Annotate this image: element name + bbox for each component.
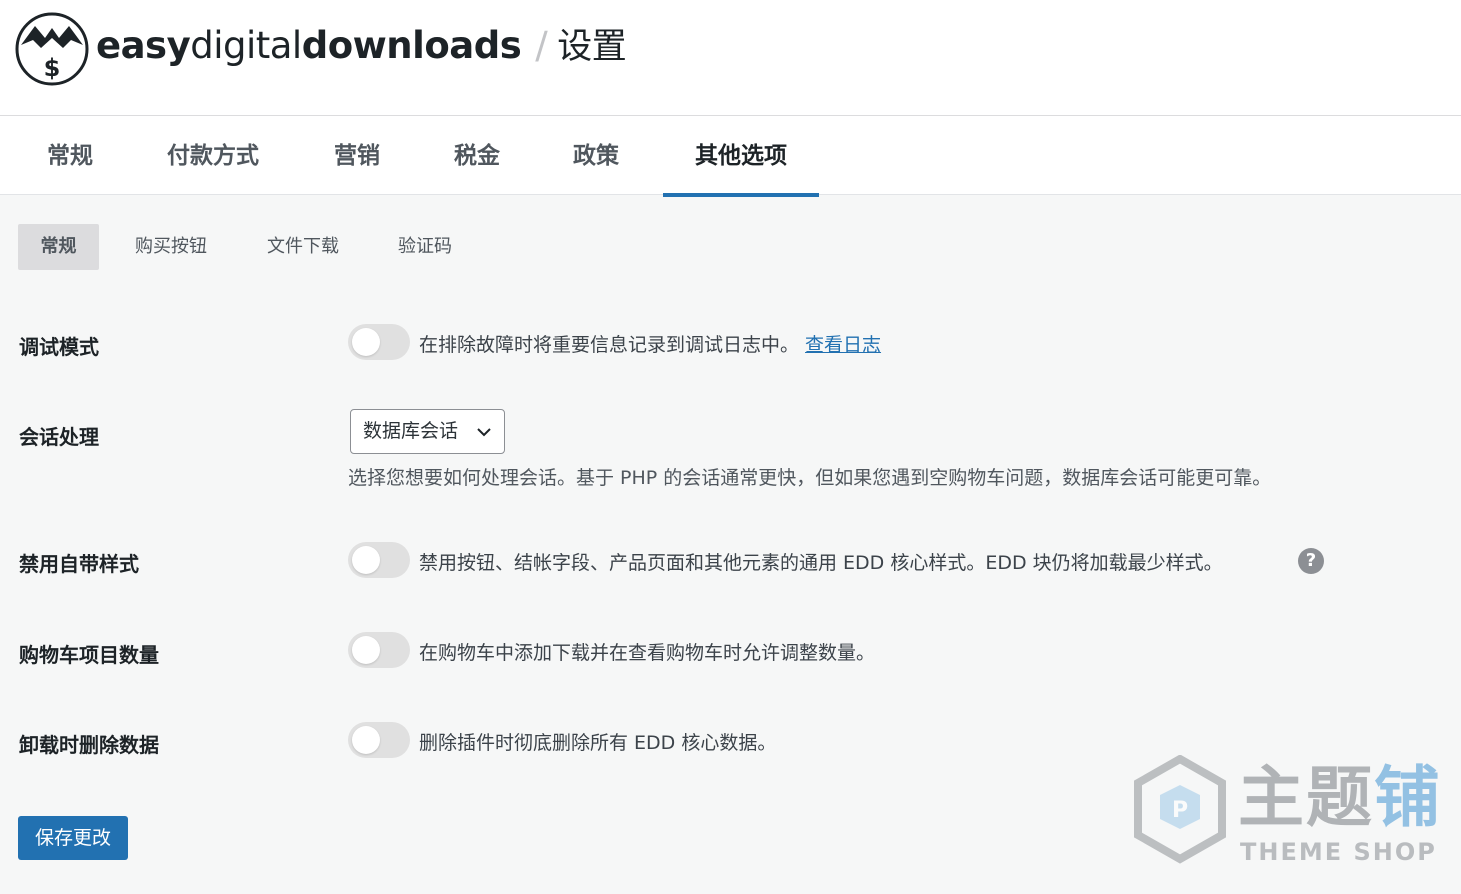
disable-styles-description: 禁用按钮、结帐字段、产品页面和其他元素的通用 EDD 核心样式。EDD 块仍将加… (419, 552, 1223, 574)
watermark-title-gray: 主题 (1238, 759, 1374, 836)
cart-quantity-toggle[interactable] (348, 632, 410, 668)
toggle-knob (352, 726, 380, 754)
save-changes-button[interactable]: 保存更改 (18, 816, 128, 860)
brand-downloads: downloads (301, 24, 522, 67)
edd-logo-icon: $ (15, 12, 89, 86)
uninstall-toggle[interactable] (348, 722, 410, 758)
cart-quantity-label: 购物车项目数量 (19, 643, 159, 667)
help-icon[interactable]: ? (1298, 548, 1324, 574)
toggle-knob (352, 328, 380, 356)
debug-mode-description: 在排除故障时将重要信息记录到调试日志中。 查看日志 (419, 330, 881, 357)
session-handling-label: 会话处理 (19, 425, 99, 449)
session-handling-description: 选择您想要如何处理会话。基于 PHP 的会话通常更快，但如果您遇到空购物车问题，… (348, 467, 1272, 489)
cart-quantity-description: 在购物车中添加下载并在查看购物车时允许调整数量。 (419, 642, 876, 664)
session-handling-value: 数据库会话 (363, 420, 459, 442)
page-header: $ easydigitaldownloads / 设置 (0, 0, 1461, 116)
tab-payments[interactable]: 付款方式 (145, 116, 281, 194)
subtab-purchase-button[interactable]: 购买按钮 (120, 224, 222, 270)
watermark-title-blue: 铺 (1374, 759, 1442, 836)
tab-marketing[interactable]: 营销 (317, 116, 397, 194)
debug-mode-toggle[interactable] (348, 324, 410, 360)
disable-styles-label: 禁用自带样式 (19, 552, 139, 576)
tab-misc[interactable]: 其他选项 (663, 116, 819, 197)
brand-digital: digital (190, 24, 302, 67)
subtab-file-downloads[interactable]: 文件下载 (252, 224, 354, 270)
tab-taxes[interactable]: 税金 (437, 116, 517, 194)
watermark-logo-icon: P (1134, 755, 1226, 864)
page-title: 设置 (557, 27, 627, 67)
debug-mode-text: 在排除故障时将重要信息记录到调试日志中。 (419, 334, 800, 356)
toggle-knob (352, 546, 380, 574)
settings-tabs: 常规 付款方式 营销 税金 政策 其他选项 (0, 116, 1461, 197)
watermark-title: 主题铺 (1238, 760, 1442, 836)
session-handling-select[interactable]: 数据库会话 (350, 409, 505, 454)
chevron-down-icon (477, 428, 491, 437)
tab-general[interactable]: 常规 (30, 116, 110, 194)
debug-mode-label: 调试模式 (19, 335, 99, 359)
watermark-subtitle: THEME SHOP (1240, 838, 1437, 866)
uninstall-label: 卸载时删除数据 (19, 733, 159, 757)
svg-text:$: $ (44, 54, 61, 82)
brand-easy: easy (96, 24, 191, 67)
view-log-link[interactable]: 查看日志 (805, 334, 881, 356)
breadcrumb-separator: / (535, 24, 548, 67)
toggle-knob (352, 636, 380, 664)
brand-title: easydigitaldownloads / 设置 (96, 22, 627, 71)
svg-text:P: P (1172, 798, 1188, 823)
disable-styles-toggle[interactable] (348, 542, 410, 578)
subtab-captcha[interactable]: 验证码 (385, 224, 465, 270)
uninstall-description: 删除插件时彻底删除所有 EDD 核心数据。 (419, 732, 777, 754)
tab-policies[interactable]: 政策 (556, 116, 636, 194)
subtab-general[interactable]: 常规 (18, 224, 99, 270)
